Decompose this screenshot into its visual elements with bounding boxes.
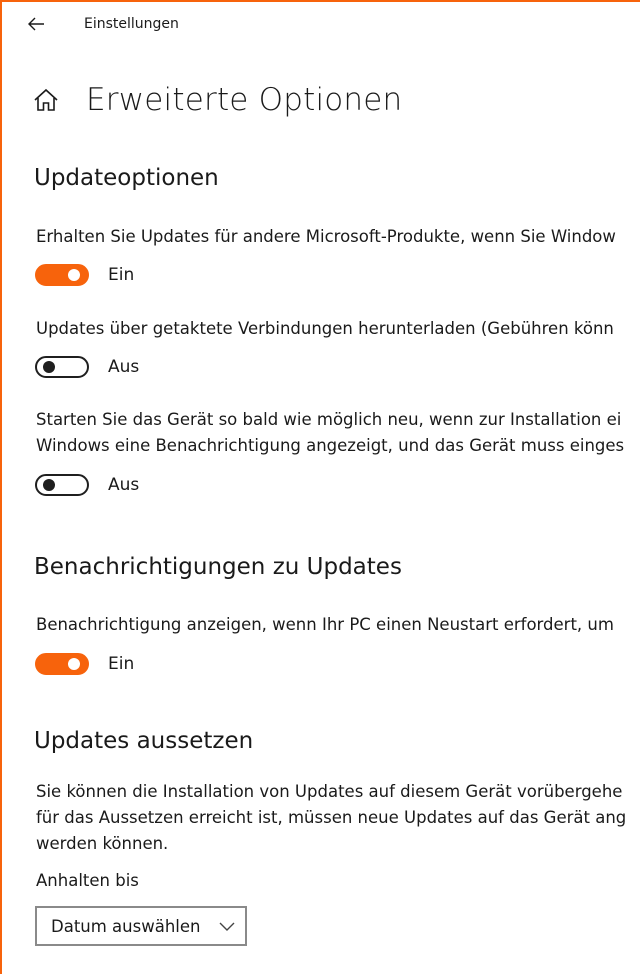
section-title-update-options: Updateoptionen [34, 165, 219, 191]
toggle-state-label: Aus [108, 475, 140, 495]
option-description-restart-line2: Windows eine Benachrichtigung angezeigt,… [36, 436, 625, 455]
toggle-state-label: Aus [108, 357, 140, 377]
toggle-state-label: Ein [108, 265, 135, 285]
pause-description-line3: werden können. [36, 834, 169, 853]
section-title-update-notifications: Benachrichtigungen zu Updates [34, 554, 402, 580]
home-icon[interactable] [32, 86, 60, 114]
section-title-pause-updates: Updates aussetzen [34, 728, 254, 754]
app-title: Einstellungen [84, 16, 179, 32]
toggle-restart-asap[interactable] [35, 474, 89, 496]
option-description-restart-notification: Benachrichtigung anzeigen, wenn Ihr PC e… [36, 615, 614, 634]
toggle-row-restart-asap: Aus [35, 472, 139, 498]
title-bar: Einstellungen [2, 2, 640, 46]
toggle-knob [68, 658, 80, 670]
option-description-metered-connections: Updates über getaktete Verbindungen heru… [36, 319, 614, 338]
settings-window: Einstellungen Erweiterte Optionen Update… [0, 0, 640, 974]
back-button[interactable] [22, 10, 50, 38]
toggle-state-label: Ein [108, 654, 135, 674]
toggle-knob [43, 361, 55, 373]
back-arrow-icon [28, 17, 44, 31]
page-title: Erweiterte Optionen [86, 82, 403, 118]
dropdown-selected-value: Datum auswählen [51, 917, 201, 936]
toggle-metered-connections[interactable] [35, 356, 89, 378]
toggle-knob [43, 479, 55, 491]
option-description-restart-line1: Starten Sie das Gerät so bald wie möglic… [36, 410, 622, 429]
toggle-row-metered-connections: Aus [35, 354, 139, 380]
toggle-other-products[interactable] [35, 264, 89, 286]
toggle-row-restart-notification: Ein [35, 651, 134, 677]
option-description-other-products: Erhalten Sie Updates für andere Microsof… [36, 227, 616, 246]
pause-description-line1: Sie können die Installation von Updates … [36, 782, 623, 801]
pause-description-line2: für das Aussetzen erreicht ist, müssen n… [36, 808, 627, 827]
chevron-down-icon [219, 922, 235, 931]
toggle-restart-notification[interactable] [35, 653, 89, 675]
toggle-row-other-products: Ein [35, 262, 134, 288]
page-header: Erweiterte Optionen [32, 76, 402, 124]
pause-date-dropdown[interactable]: Datum auswählen [35, 906, 247, 946]
toggle-knob [68, 269, 80, 281]
pause-until-label: Anhalten bis [36, 871, 139, 890]
